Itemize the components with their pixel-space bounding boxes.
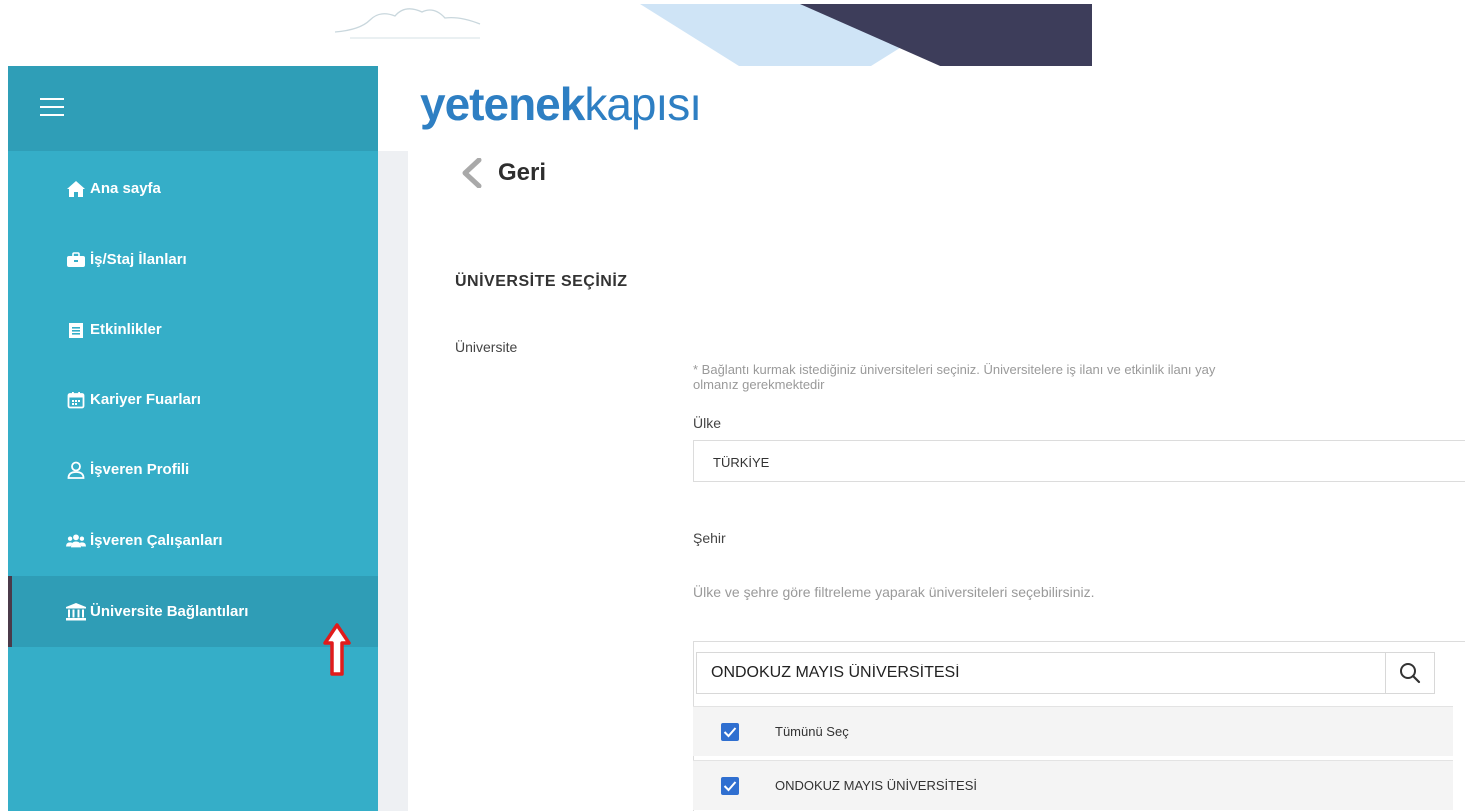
city-label: Şehir — [693, 530, 726, 546]
instruction-text: * Bağlantı kurmak istediğiniz üniversite… — [693, 362, 1463, 392]
notepad-icon — [66, 320, 86, 340]
top-banner — [0, 0, 1465, 66]
sidebar-header — [8, 66, 378, 151]
chevron-left-icon — [462, 158, 482, 188]
hamburger-menu-icon[interactable] — [40, 98, 64, 116]
country-label: Ülke — [693, 415, 722, 431]
select-all-checkbox[interactable] — [721, 723, 739, 741]
option-label: Tümünü Seç — [775, 724, 849, 739]
sidebar-item-jobs[interactable]: İş/Staj İlanları — [8, 224, 378, 295]
briefcase-icon — [66, 250, 86, 270]
user-icon — [66, 460, 86, 480]
section-title: ÜNİVERSİTE SEÇİNİZ — [455, 273, 628, 290]
checkmark-icon — [723, 781, 737, 792]
university-option[interactable]: ONDOKUZ MAYIS ÜNİVERSİTESİ — [693, 760, 1453, 810]
yetenekkapisi-logo: yetenekkapısı — [420, 74, 702, 134]
university-search-input[interactable] — [696, 652, 1386, 694]
logo-text-bold: yetenek — [420, 78, 585, 130]
back-button-label: Geri — [498, 159, 547, 186]
sidebar-item-employees[interactable]: İşveren Çalışanları — [8, 505, 378, 576]
back-button[interactable]: Geri — [460, 158, 546, 188]
filter-hint-text: Ülke ve şehre göre filtreleme yaparak ün… — [693, 584, 1095, 600]
sidebar-item-home[interactable]: Ana sayfa — [8, 153, 378, 224]
annotation-up-arrow-icon — [323, 623, 351, 676]
sidebar-item-career-fairs[interactable]: Kariyer Fuarları — [8, 364, 378, 435]
country-select-value: TÜRKİYE — [713, 455, 770, 470]
select-all-option[interactable]: Tümünü Seç — [693, 706, 1453, 756]
home-icon — [66, 179, 86, 199]
instruction-line: olmanız gerekmektedir — [693, 377, 825, 392]
sidebar-item-events[interactable]: Etkinlikler — [8, 294, 378, 365]
cloud-decoration — [334, 8, 481, 39]
country-select[interactable]: TÜRKİYE — [693, 440, 1465, 482]
university-checkbox[interactable] — [721, 777, 739, 795]
sidebar-item-label: Ana sayfa — [90, 180, 161, 197]
instruction-line: * Bağlantı kurmak istediğiniz üniversite… — [693, 362, 1216, 377]
calendar-icon — [66, 390, 86, 410]
sidebar-item-label: Etkinlikler — [90, 321, 162, 338]
sidebar-item-label: Kariyer Fuarları — [90, 391, 201, 408]
sidebar-item-label: Üniversite Bağlantıları — [90, 603, 249, 620]
search-icon — [1400, 663, 1421, 684]
search-button[interactable] — [1385, 652, 1435, 694]
university-label: Üniversite — [455, 339, 518, 355]
sidebar-item-label: İş/Staj İlanları — [90, 251, 187, 268]
sidebar-item-employer-profile[interactable]: İşveren Profili — [8, 434, 378, 505]
sidebar: Ana sayfa İş/Staj İlanları Etkinlikler K… — [8, 66, 378, 811]
users-icon — [66, 531, 86, 551]
logo-text-light: kapısı — [584, 78, 702, 130]
option-label: ONDOKUZ MAYIS ÜNİVERSİTESİ — [775, 778, 978, 793]
content-divider — [378, 151, 408, 811]
sidebar-item-label: İşveren Profili — [90, 461, 190, 478]
university-icon — [66, 602, 86, 622]
sidebar-item-label: İşveren Çalışanları — [90, 532, 223, 549]
checkmark-icon — [723, 727, 737, 738]
